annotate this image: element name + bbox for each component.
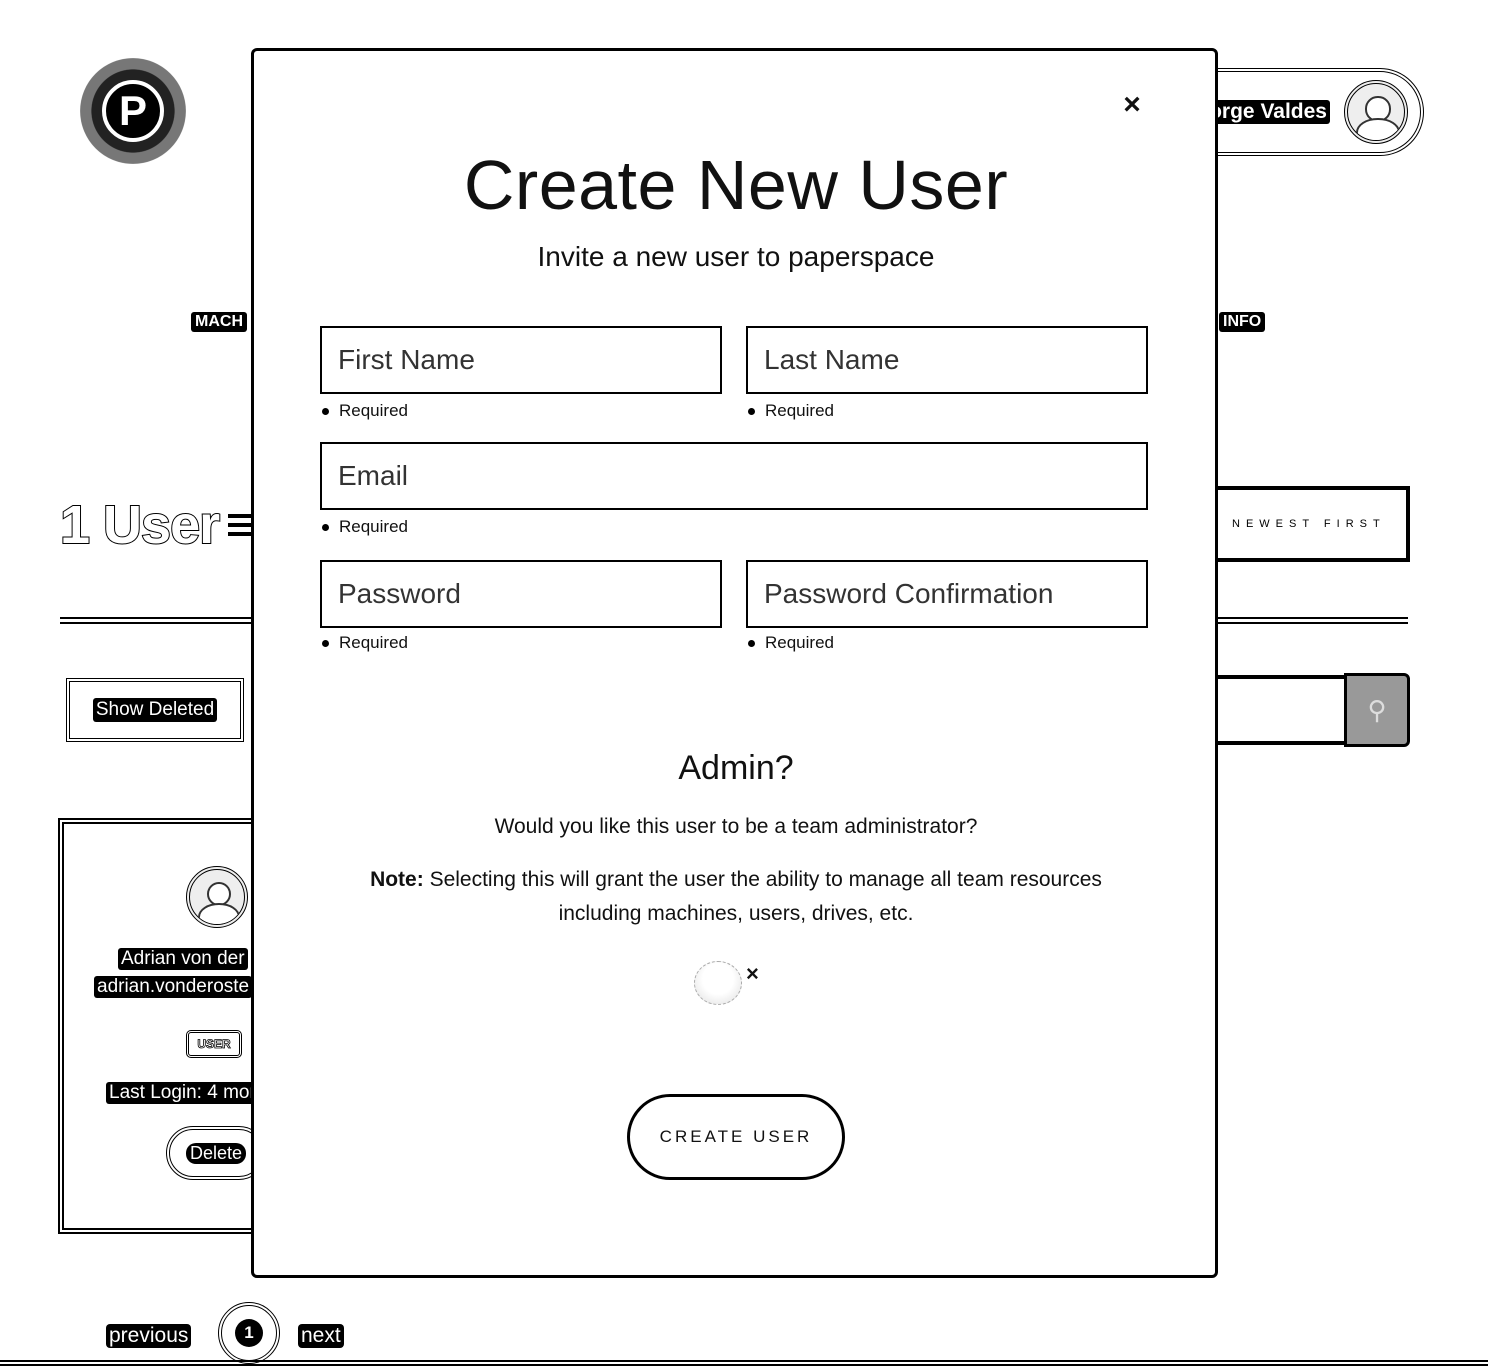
admin-note-label: Note: (370, 868, 424, 891)
first-name-required-hint: Required (322, 401, 408, 421)
page-number: 1 (235, 1319, 263, 1347)
user-search-input[interactable] (1200, 675, 1350, 745)
show-deleted-button[interactable]: Show Deleted (66, 678, 244, 742)
user-role-badge: USER (186, 1030, 242, 1058)
users-count-heading: 1 User (59, 494, 221, 556)
delete-label: Delete (185, 1142, 247, 1164)
create-user-button[interactable]: CREATE USER (627, 1094, 845, 1180)
last-name-required-hint: Required (748, 401, 834, 421)
admin-toggle[interactable]: × (690, 957, 770, 1005)
search-button[interactable]: ⚲ (1344, 673, 1410, 747)
admin-note-text: Selecting this will grant the user the a… (423, 868, 1102, 925)
email-field[interactable] (320, 442, 1148, 510)
modal-subtitle: Invite a new user to paperspace (537, 241, 935, 272)
user-avatar-icon (186, 866, 248, 928)
show-deleted-label: Show Deleted (92, 698, 218, 722)
logo-letter: P (102, 80, 164, 142)
user-card-email: adrian.vonderoste (94, 976, 253, 998)
admin-heading: Admin? (678, 749, 794, 787)
user-last-login: Last Login: 4 mon (106, 1082, 264, 1104)
password-field[interactable] (320, 560, 722, 628)
password-confirmation-required-hint: Required (748, 633, 834, 653)
password-required-hint: Required (322, 633, 408, 653)
toggle-off-icon: × (746, 961, 759, 986)
modal-title: Create New User (463, 146, 1009, 224)
first-name-field[interactable] (320, 326, 722, 394)
email-required-hint: Required (322, 517, 408, 537)
toggle-knob (694, 961, 742, 1005)
user-card-name: Adrian von der (118, 948, 248, 970)
paperspace-logo[interactable]: P (80, 58, 186, 164)
sort-select[interactable]: NEWEST FIRST (1200, 486, 1410, 562)
pagination-previous[interactable]: previous (106, 1324, 192, 1348)
footer-divider (0, 1360, 1488, 1366)
list-view-icon[interactable] (228, 514, 252, 536)
last-name-field[interactable] (746, 326, 1148, 394)
admin-note: Note: Selecting this will grant the user… (364, 863, 1108, 931)
pagination-current-page[interactable]: 1 (218, 1302, 280, 1364)
create-user-modal: × Create New User Invite a new user to p… (251, 48, 1218, 1278)
account-avatar-icon (1344, 80, 1408, 144)
search-icon: ⚲ (1367, 694, 1387, 725)
nav-info-tab[interactable]: INFO (1219, 312, 1266, 332)
password-confirmation-field[interactable] (746, 560, 1148, 628)
nav-machines-tab[interactable]: MACH (191, 312, 247, 332)
admin-question: Would you like this user to be a team ad… (494, 815, 978, 838)
close-icon[interactable]: × (1112, 85, 1152, 125)
pagination-next[interactable]: next (298, 1324, 344, 1348)
